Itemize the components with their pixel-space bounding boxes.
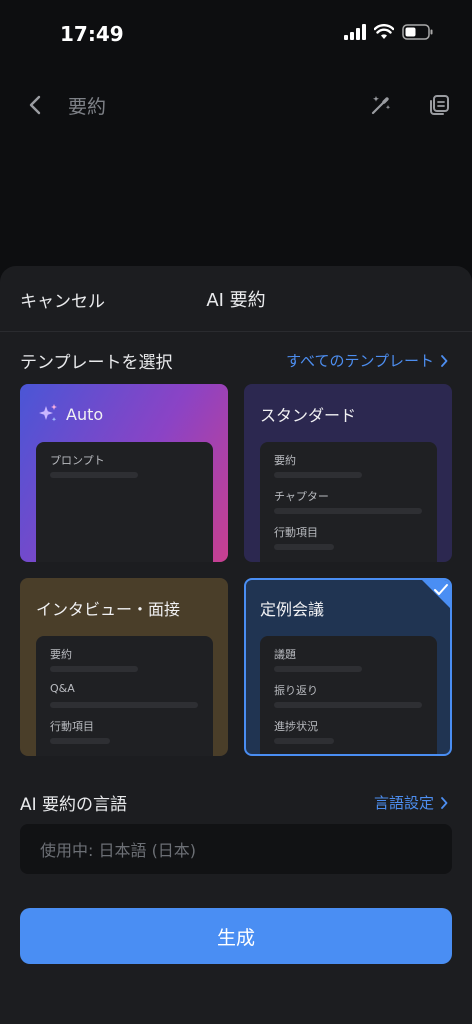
- template-card-title-text: 定例会議: [260, 600, 325, 619]
- template-card-interview[interactable]: インタビュー・面接 要約 Q&A 行動項目: [20, 578, 228, 756]
- wifi-icon: [374, 24, 394, 39]
- selected-check-icon: [422, 580, 450, 608]
- preview-bar: [50, 738, 110, 744]
- status-time: 17:49: [60, 22, 124, 46]
- magic-wand-icon: [371, 96, 391, 115]
- language-field[interactable]: 使用中: 日本語 (日本): [20, 824, 452, 874]
- preview-line: 要約: [274, 454, 296, 467]
- magic-wand-button[interactable]: [366, 90, 396, 120]
- preview-bar: [274, 472, 362, 478]
- preview-line: 行動項目: [274, 526, 318, 539]
- template-preview: プロンプト: [36, 442, 213, 562]
- language-settings-link-label: 言語設定: [373, 794, 434, 812]
- all-templates-link[interactable]: すべてのテンプレート: [286, 350, 448, 371]
- status-bar: 17:49: [0, 0, 472, 70]
- preview-bar: [274, 666, 362, 672]
- template-card-standard[interactable]: スタンダード 要約 チャプター 行動項目: [244, 384, 452, 562]
- template-card-auto[interactable]: Auto プロンプト: [20, 384, 228, 562]
- template-card-title-text: インタビュー・面接: [36, 600, 181, 619]
- sheet-title: AI 要約: [206, 290, 266, 311]
- preview-bar: [50, 472, 138, 478]
- preview-line: 要約: [50, 648, 72, 661]
- preview-line: チャプター: [274, 490, 329, 503]
- template-preview: 議題 振り返り 進捗状況: [260, 636, 437, 754]
- preview-bar: [50, 666, 138, 672]
- preview-bar: [274, 738, 334, 744]
- language-settings-link[interactable]: 言語設定: [374, 792, 448, 813]
- page-title: 要約: [68, 96, 107, 118]
- template-card-title-text: Auto: [66, 404, 104, 424]
- generate-button-label: 生成: [216, 926, 255, 949]
- preview-line: 振り返り: [274, 684, 318, 697]
- signal-icon: [344, 24, 366, 40]
- template-card-title-text: スタンダード: [260, 406, 357, 425]
- all-templates-link-label: すべてのテンプレート: [286, 352, 434, 370]
- preview-bar: [274, 508, 422, 514]
- sparkle-icon: [39, 404, 57, 422]
- preview-line: 行動項目: [50, 720, 94, 733]
- template-section-label: テンプレートを選択: [20, 353, 173, 373]
- template-card-title: スタンダード: [260, 402, 356, 426]
- preview-bar: [274, 702, 422, 708]
- preview-line: 議題: [274, 648, 296, 661]
- language-section-label: AI 要約の言語: [20, 795, 128, 815]
- preview-line: プロンプト: [50, 454, 105, 467]
- language-field-value: 使用中: 日本語 (日本): [40, 841, 197, 860]
- nav-bar: 要約: [0, 80, 472, 130]
- copy-button[interactable]: [424, 90, 454, 120]
- preview-line: 進捗状況: [274, 720, 318, 733]
- status-icons: [344, 24, 434, 40]
- template-card-title: インタビュー・面接: [36, 596, 180, 620]
- template-preview: 要約 チャプター 行動項目: [260, 442, 437, 562]
- sheet-header: キャンセル AI 要約: [0, 266, 472, 332]
- template-card-title: 定例会議: [260, 596, 324, 620]
- template-card-title: Auto: [36, 402, 103, 426]
- battery-icon: [402, 24, 433, 40]
- template-card-regular-meeting[interactable]: 定例会議 議題 振り返り 進捗状況: [244, 578, 452, 756]
- chevron-right-icon: [441, 796, 448, 809]
- preview-line: Q&A: [50, 682, 75, 695]
- template-preview: 要約 Q&A 行動項目: [36, 636, 213, 756]
- generate-button[interactable]: 生成: [20, 908, 452, 964]
- chevron-left-icon: [29, 95, 41, 115]
- back-button[interactable]: [20, 90, 50, 120]
- copy-icon: [430, 95, 449, 115]
- chevron-right-icon: [441, 354, 448, 367]
- preview-bar: [274, 544, 334, 550]
- preview-bar: [50, 702, 198, 708]
